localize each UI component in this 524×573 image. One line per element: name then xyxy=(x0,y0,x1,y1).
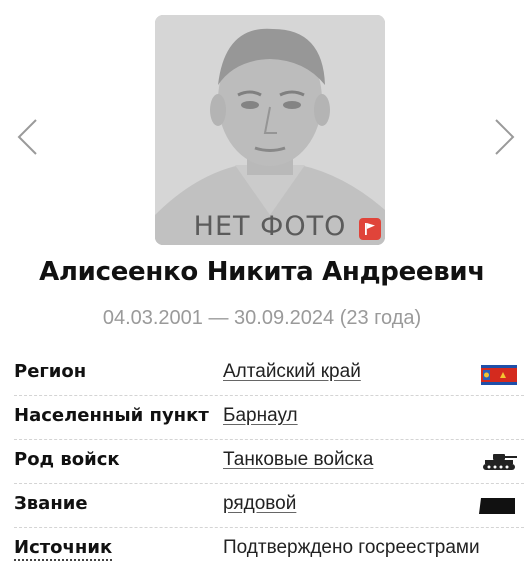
chevron-left-icon xyxy=(17,119,37,155)
details-table: Регион Алтайский край Населенный пункт Б… xyxy=(14,352,524,571)
rank-link[interactable]: рядовой xyxy=(223,493,296,515)
person-name: Алисеенко Никита Андреевич xyxy=(39,257,485,287)
no-photo-caption: НЕТ ФОТО xyxy=(193,211,347,242)
source-label[interactable]: Источник xyxy=(14,537,113,561)
life-dates: 04.03.2001 — 30.09.2024 (23 года) xyxy=(102,307,422,329)
detail-label: Звание xyxy=(14,493,88,514)
branch-link[interactable]: Танковые войска xyxy=(223,449,373,471)
detail-label: Род войск xyxy=(14,449,120,470)
region-flag-icon xyxy=(481,365,517,385)
previous-button[interactable] xyxy=(14,118,42,156)
tank-icon xyxy=(483,454,517,470)
detail-row-branch: Род войск Танковые войска xyxy=(14,440,524,484)
detail-row-rank: Звание рядовой xyxy=(14,484,524,528)
chevron-right-icon xyxy=(495,119,515,155)
detail-row-region: Регион Алтайский край xyxy=(14,352,524,396)
flag-icon xyxy=(365,223,375,235)
detail-label: Регион xyxy=(14,361,87,382)
rank-stripe-icon xyxy=(479,498,515,514)
source-value: Подтверждено госреестрами xyxy=(223,537,480,558)
next-button[interactable] xyxy=(490,118,518,156)
detail-row-settlement: Населенный пункт Барнаул xyxy=(14,396,524,440)
portrait-placeholder: НЕТ ФОТО xyxy=(155,15,385,245)
detail-row-source: Источник Подтверждено госреестрами xyxy=(14,528,524,571)
region-link[interactable]: Алтайский край xyxy=(223,361,361,383)
detail-label: Населенный пункт xyxy=(14,405,209,426)
report-button[interactable] xyxy=(359,218,381,240)
settlement-link[interactable]: Барнаул xyxy=(223,405,298,427)
